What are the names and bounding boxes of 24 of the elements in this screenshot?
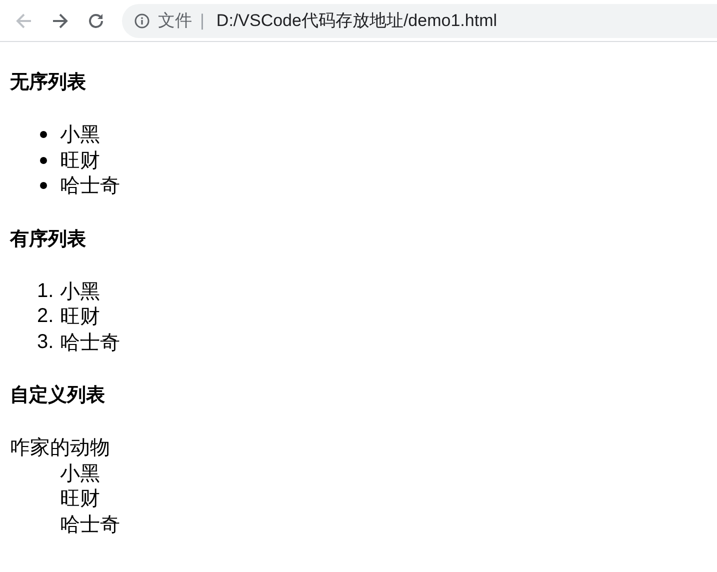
- separator: |: [200, 10, 204, 30]
- definition-term: 咋家的动物: [10, 436, 111, 461]
- list-number: 3.: [37, 330, 55, 354]
- section-heading: 无序列表: [10, 70, 87, 95]
- section-heading: 自定义列表: [10, 384, 106, 408]
- list-item: 小黑: [60, 280, 100, 305]
- address-bar[interactable]: 文件 | D:/VSCode代码存放地址/demo1.html: [122, 4, 717, 38]
- list-number: 2.: [37, 305, 55, 328]
- list-item: 哈士奇: [60, 174, 120, 200]
- bullet-icon: [40, 156, 47, 164]
- list-item: 旺财: [60, 148, 100, 174]
- definition-description: 小黑: [60, 462, 100, 484]
- info-icon: [134, 12, 150, 28]
- url-text: D:/VSCode代码存放地址/demo1.html: [216, 10, 498, 32]
- scheme-label: 文件: [158, 10, 192, 32]
- definition-description: 哈士奇: [60, 514, 120, 536]
- bullet-icon: [40, 131, 47, 138]
- list-item: 旺财: [60, 305, 100, 330]
- list-item: 哈士奇: [60, 330, 120, 356]
- list-item: 小黑: [60, 123, 100, 148]
- section-heading: 有序列表: [10, 228, 87, 252]
- definition-description: 旺财: [60, 488, 100, 510]
- list-number: 1.: [37, 280, 55, 303]
- bullet-icon: [40, 182, 47, 190]
